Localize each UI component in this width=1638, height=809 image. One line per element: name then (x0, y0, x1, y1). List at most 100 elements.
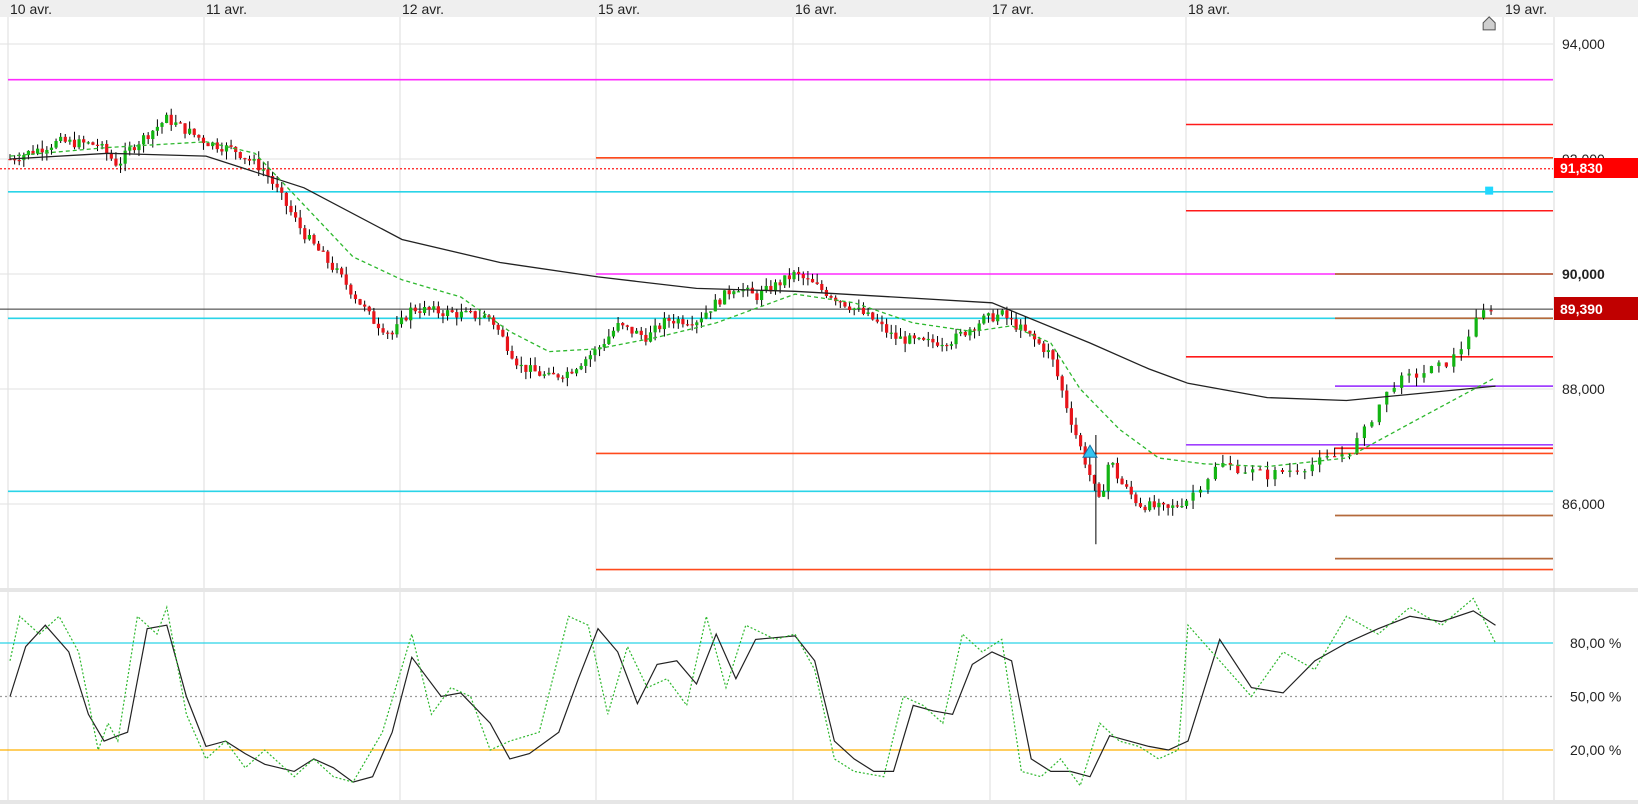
candle-down (561, 377, 565, 379)
candle-down (885, 324, 889, 333)
candle-up (261, 169, 265, 171)
candle-down (801, 274, 805, 279)
candle-down (894, 332, 898, 339)
candle-down (1175, 505, 1179, 507)
candle-down (363, 304, 367, 307)
candle-down (871, 312, 875, 320)
candle-down (289, 205, 293, 213)
candle-up (1370, 422, 1374, 427)
candle-down (1161, 502, 1166, 505)
candle-down (524, 364, 528, 372)
osc-tick-label: 50,00 % (1570, 688, 1621, 704)
candle-up (1000, 310, 1004, 315)
candle-down (17, 160, 21, 162)
candle-up (395, 324, 399, 335)
candle-down (109, 153, 113, 159)
candle-down (912, 335, 916, 339)
candle-down (146, 135, 150, 140)
candle-up (399, 317, 404, 325)
candle-down (1097, 483, 1101, 497)
candle-up (1171, 505, 1175, 508)
candle-up (704, 312, 708, 319)
x-tick-label: 11 avr. (206, 1, 247, 17)
candle-down (727, 290, 731, 295)
candle-up (1273, 470, 1277, 480)
candle-down (344, 274, 348, 285)
candle-down (755, 293, 759, 301)
candle-down (1120, 478, 1124, 485)
price-tick-label: 90,000 (1562, 266, 1605, 282)
candle-up (699, 318, 704, 323)
x-tick-label: 12 avr. (402, 1, 444, 17)
candle-up (128, 147, 132, 151)
candle-down (284, 192, 288, 206)
candle-down (105, 143, 109, 154)
candle-up (1251, 469, 1255, 473)
trading-chart[interactable]: 10 avr. 11 avr. 12 avr. 15 avr. 16 avr. 17 av… (0, 0, 1638, 809)
candle-up (949, 344, 954, 346)
candle-down (243, 158, 247, 160)
candle-down (690, 324, 694, 326)
candle-up (662, 318, 666, 330)
candle-down (1125, 484, 1129, 487)
candle-up (1437, 362, 1441, 367)
candle-up (252, 158, 256, 161)
candle-up (459, 311, 463, 318)
candle-down (922, 337, 926, 340)
candle-up (1111, 462, 1115, 465)
candle-up (635, 330, 639, 334)
bottom-scroll-bar[interactable] (0, 800, 1638, 804)
candle-up (155, 126, 159, 131)
candle-down (838, 301, 842, 303)
candle-down (280, 187, 284, 193)
candle-down (718, 299, 722, 305)
candle-up (1459, 349, 1463, 355)
candle-down (1009, 318, 1014, 320)
candle-down (639, 330, 643, 335)
candle-up (968, 329, 972, 336)
candle-down (630, 326, 634, 334)
candle-up (574, 369, 579, 374)
candle-down (1333, 456, 1337, 458)
candle-down (1069, 408, 1073, 425)
candle-up (898, 336, 903, 339)
candle-down (496, 324, 500, 330)
candle-down (875, 319, 879, 322)
candle-up (464, 310, 468, 313)
x-tick-label: 17 avr. (992, 1, 1034, 17)
candle-up (1206, 479, 1210, 490)
candle-up (722, 290, 727, 305)
candle-up (1046, 350, 1050, 353)
candle-up (174, 122, 178, 125)
candle-down (1138, 503, 1143, 507)
candle-up (151, 130, 155, 140)
candle-up (86, 142, 90, 144)
candle-down (427, 306, 431, 310)
panel-separator[interactable] (0, 588, 1638, 592)
candle-up (1377, 404, 1381, 423)
candle-down (538, 371, 542, 376)
candle-down (349, 284, 353, 295)
candle-up (1429, 366, 1434, 374)
candle-up (519, 364, 523, 367)
candle-down (95, 144, 100, 146)
candle-down (787, 275, 791, 280)
candle-down (510, 350, 514, 359)
candle-down (1037, 339, 1041, 344)
candle-down (880, 321, 884, 325)
candle-down (257, 158, 261, 171)
candle-up (1385, 391, 1389, 405)
chart-canvas[interactable]: 10 avr. 11 avr. 12 avr. 15 avr. 16 avr. 17 av… (0, 0, 1638, 804)
candle-down (1060, 376, 1064, 391)
candle-down (972, 329, 977, 331)
candle-down (621, 323, 625, 326)
candle-up (45, 149, 49, 153)
candle-down (317, 243, 321, 251)
candle-down (501, 329, 505, 337)
level-handle-marker[interactable] (1485, 186, 1494, 195)
x-tick-label: 19 avr. (1505, 1, 1547, 17)
candle-up (1400, 375, 1404, 388)
candle-up (760, 290, 764, 301)
candle-down (386, 332, 390, 334)
candle-down (1280, 470, 1285, 472)
